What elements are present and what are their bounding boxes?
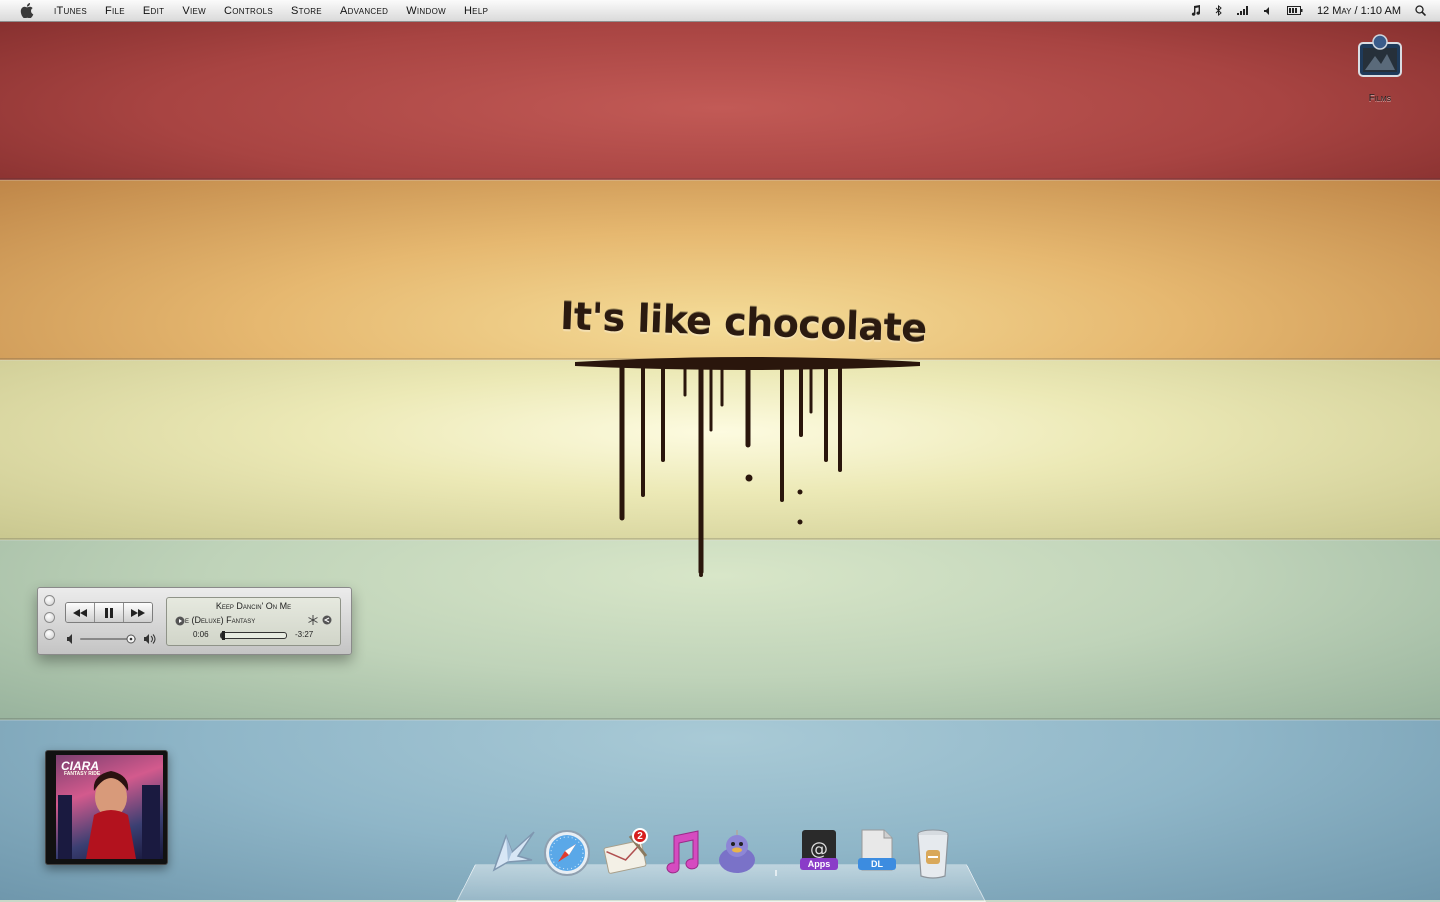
album-cover: CIARA FANTASY RIDE (56, 755, 163, 859)
bluetooth-icon[interactable] (1215, 5, 1223, 16)
pause-button[interactable] (95, 603, 124, 622)
menu-store[interactable]: Store (282, 5, 331, 17)
dock-mail[interactable]: 2 (600, 826, 650, 882)
previous-track-button[interactable] (66, 603, 95, 622)
close-button[interactable] (44, 595, 55, 606)
dock-trash[interactable] (908, 826, 958, 882)
apps-stack-label: Apps (800, 858, 838, 870)
spotlight-search-icon[interactable] (1415, 5, 1426, 16)
zoom-button[interactable] (44, 629, 55, 640)
star-app-icon (492, 831, 535, 872)
itunes-menu-note-icon[interactable] (1191, 5, 1201, 16)
dock-safari[interactable] (542, 826, 592, 882)
wallpaper-seam (0, 178, 1440, 181)
volume-slider[interactable] (66, 633, 158, 645)
menu-help[interactable]: Help (455, 5, 497, 17)
menu-file[interactable]: File (96, 5, 134, 17)
dock-itunes[interactable] (658, 826, 708, 882)
wallpaper-stripe-red (0, 0, 1440, 180)
fast-forward-icon (131, 608, 145, 617)
dock-finder-star[interactable] (484, 826, 535, 882)
progress-knob[interactable] (221, 631, 225, 640)
dock-stack-downloads[interactable]: DL (852, 826, 902, 882)
elapsed-time: 0:06 (193, 630, 209, 639)
playback-progress-bar[interactable] (220, 631, 287, 640)
menu-edit[interactable]: Edit (134, 5, 173, 17)
itunes-mini-player: Keep Dancin' On Me e (Deluxe) Fantasy 0:… (37, 587, 352, 655)
trash-can-icon (917, 829, 949, 879)
volume-high-icon (144, 634, 149, 644)
safari-compass-icon (544, 830, 590, 876)
transport-controls (65, 602, 153, 623)
volume-low-icon (67, 634, 72, 644)
chocolate-drips-graphic (575, 357, 920, 577)
wallpaper-seam (0, 718, 1440, 721)
next-track-button[interactable] (124, 603, 152, 622)
svg-text:@: @ (810, 839, 828, 860)
desktop-icon-label: Films (1368, 93, 1392, 104)
rewind-icon (73, 608, 87, 617)
menu-clock[interactable]: 12 May / 1:10 AM (1317, 5, 1401, 17)
track-subtitle: e (Deluxe) Fantasy (185, 615, 256, 625)
play-status-icon[interactable] (175, 616, 185, 626)
apple-menu-icon[interactable] (20, 3, 34, 18)
desktop-icon-films[interactable]: Films (1352, 34, 1408, 104)
downloads-stack-label: DL (858, 858, 896, 870)
duck-chat-icon (719, 830, 755, 873)
menu-advanced[interactable]: Advanced (331, 5, 397, 17)
album-art-widget[interactable]: CIARA FANTASY RIDE (45, 750, 168, 865)
genius-and-back-icons[interactable] (308, 615, 332, 625)
battery-icon[interactable] (1286, 6, 1303, 15)
remaining-time: -3:27 (295, 630, 314, 639)
menu-view[interactable]: View (173, 5, 215, 17)
mail-unread-badge: 2 (632, 828, 648, 844)
itunes-music-note-icon (666, 830, 699, 874)
menu-extras: 12 May / 1:10 AM (1191, 0, 1426, 21)
menu-window[interactable]: Window (397, 5, 455, 17)
films-folder-icon (1358, 34, 1402, 77)
now-playing-display: Keep Dancin' On Me e (Deluxe) Fantasy 0:… (166, 597, 341, 646)
track-title: Keep Dancin' On Me (215, 601, 292, 611)
menu-controls[interactable]: Controls (215, 5, 282, 17)
window-controls (44, 595, 55, 646)
dock-stack-apps[interactable]: @ Apps (794, 826, 844, 882)
wifi-signal-icon[interactable] (1236, 6, 1249, 15)
album-title: FANTASY RIDE (64, 771, 101, 777)
volume-menu-icon[interactable] (1263, 6, 1273, 16)
pause-icon (105, 607, 113, 618)
dock-adium[interactable] (712, 826, 762, 882)
dock-separator (775, 870, 777, 876)
menu-bar: iTunes File Edit View Controls Store Adv… (0, 0, 1440, 22)
minimize-button[interactable] (44, 612, 55, 623)
menu-app-itunes[interactable]: iTunes (54, 5, 96, 17)
